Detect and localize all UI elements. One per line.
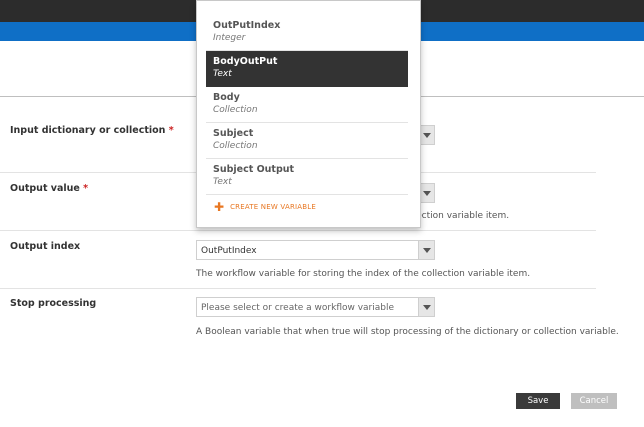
stop-processing-help: A Boolean variable that when true will s… [196, 327, 619, 337]
dropdown-item[interactable]: OutPutIndex Integer [206, 15, 408, 51]
required-marker: * [168, 125, 174, 136]
dropdown-item[interactable]: Subject Collection [206, 123, 408, 159]
dropdown-item-name: Subject Output [213, 164, 295, 175]
input-collection-label-text: Input dictionary or collection [10, 125, 166, 136]
chevron-down-icon[interactable] [418, 241, 434, 259]
required-marker: * [83, 183, 89, 194]
dropdown-item-type: Collection [213, 105, 258, 115]
stop-processing-label: Stop processing [10, 298, 97, 309]
dropdown-item-type: Collection [213, 141, 258, 151]
dropdown-item-name: Body [213, 92, 240, 103]
output-index-label: Output index [10, 241, 81, 252]
dropdown-item-name: BodyOutPut [213, 56, 278, 67]
dropdown-item-type: Text [213, 69, 232, 79]
dropdown-item-type: Integer [213, 33, 246, 43]
dropdown-item-selected[interactable]: BodyOutPut Text [206, 51, 408, 87]
dropdown-item-type: Text [213, 177, 232, 187]
plus-icon: ✚ [214, 200, 225, 214]
variable-dropdown: OutPutIndex Integer BodyOutPut Text Body… [196, 0, 421, 228]
dropdown-item[interactable]: Body Collection [206, 87, 408, 123]
cancel-button[interactable]: Cancel [571, 393, 617, 409]
stop-processing-placeholder: Please select or create a workflow varia… [201, 303, 395, 313]
form-row-stop-processing: Stop processing Please select or create … [0, 289, 619, 349]
save-button[interactable]: Save [516, 393, 560, 409]
output-index-help: The workflow variable for storing the in… [196, 269, 531, 279]
stop-processing-select[interactable]: Please select or create a workflow varia… [196, 297, 435, 317]
output-index-value: OutPutIndex [201, 246, 257, 256]
chevron-down-icon[interactable] [418, 298, 434, 316]
create-new-variable-link[interactable]: ✚ CREATE NEW VARIABLE [214, 201, 316, 213]
dropdown-item[interactable]: Subject Output Text [206, 159, 408, 195]
dropdown-item-name: Subject [213, 128, 254, 139]
output-index-select[interactable]: OutPutIndex [196, 240, 435, 260]
input-collection-label: Input dictionary or collection * [10, 125, 174, 136]
create-new-variable-label: CREATE NEW VARIABLE [230, 203, 316, 211]
form-row-output-index: Output index OutPutIndex The workflow va… [0, 231, 596, 289]
output-value-label-text: Output value [10, 183, 80, 194]
dropdown-item-name: OutPutIndex [213, 20, 281, 31]
output-value-label: Output value * [10, 183, 88, 194]
